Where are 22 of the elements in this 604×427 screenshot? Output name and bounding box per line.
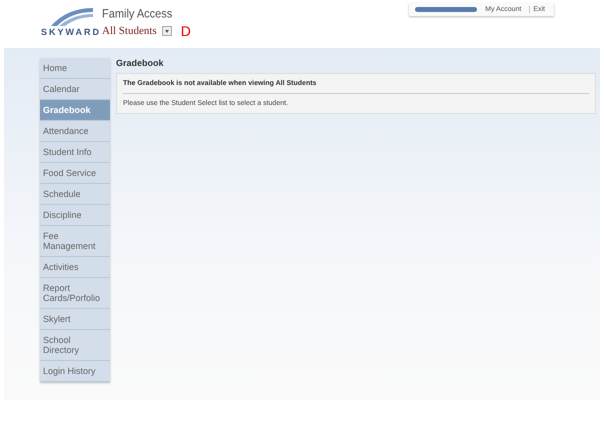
app-title: Family Access [102, 7, 174, 21]
sidebar-item[interactable]: Food Service [40, 163, 110, 184]
sidebar-item[interactable]: School Directory [40, 330, 110, 361]
sidebar-item[interactable]: Attendance [40, 121, 110, 142]
logo: SKYWARD [41, 27, 102, 37]
swoosh-icon [49, 6, 93, 26]
sidebar-item[interactable]: Activities [40, 257, 110, 278]
sidebar-item[interactable]: Skylert [40, 309, 110, 330]
sidebar-item[interactable]: Home [40, 58, 110, 79]
sidebar-item[interactable]: Fee Management [40, 226, 110, 257]
page-title: Gradebook [116, 58, 165, 68]
student-select[interactable]: All Students [102, 25, 157, 37]
redacted-name [415, 7, 478, 12]
annotation-letter: D [180, 23, 191, 39]
sidebar-item[interactable]: Schedule [40, 184, 110, 205]
sidebar-item[interactable]: Student Info [40, 142, 110, 163]
sidebar-item[interactable]: Calendar [40, 79, 110, 100]
dropdown-icon[interactable] [162, 26, 172, 36]
sidebar-item[interactable]: Login History [40, 361, 110, 382]
sidebar-item[interactable]: Gradebook [40, 100, 110, 121]
sidebar-item[interactable]: Discipline [40, 205, 110, 226]
sidebar-item[interactable]: Report Cards/Porfolio [40, 278, 110, 309]
